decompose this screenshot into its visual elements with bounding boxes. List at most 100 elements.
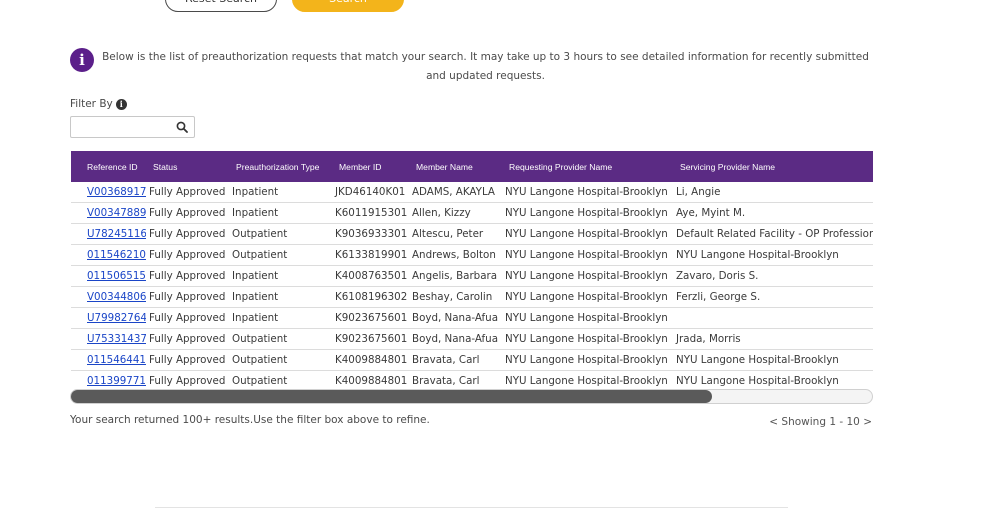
cell-preauth-type: Outpatient <box>229 370 332 389</box>
column-header-preauth-type[interactable]: Preauthorization Type <box>229 151 332 182</box>
table-row[interactable]: 011506515 Fully Approved Inpatient K4008763… <box>71 265 873 287</box>
reference-id-link[interactable]: V00368917 <box>87 186 146 198</box>
cell-member-name: Bravata, Carl <box>409 370 502 389</box>
cell-requesting-provider: NYU Langone Hospital-Brooklyn <box>502 286 673 308</box>
cell-requesting-provider: NYU Langone Hospital-Brooklyn <box>502 244 673 266</box>
cell-member-name: Beshay, Carolin <box>409 286 502 308</box>
cell-reference-id: 011399771 <box>71 370 146 389</box>
table-row[interactable]: V00347889 Fully Approved Inpatient K6011915… <box>71 202 873 224</box>
cell-preauth-type: Outpatient <box>229 349 332 371</box>
horizontal-scrollbar[interactable] <box>70 389 873 404</box>
cell-preauth-type: Inpatient <box>229 307 332 329</box>
table-row[interactable]: V00344806 Fully Approved Inpatient K6108196… <box>71 286 873 308</box>
cell-member-id: K4009884801 <box>332 370 409 389</box>
prev-page-button[interactable]: < <box>769 416 778 428</box>
table-row[interactable]: 011546210 Fully Approved Outpatient K613381… <box>71 244 873 266</box>
cell-requesting-provider: NYU Langone Hospital-Brooklyn <box>502 328 673 350</box>
column-header-member-name[interactable]: Member Name <box>409 151 502 182</box>
column-header-servicing-provider[interactable]: Servicing Provider Name <box>673 151 873 182</box>
reference-id-link[interactable]: U78245116 <box>87 228 146 240</box>
cell-status: Fully Approved <box>146 223 229 245</box>
cell-status: Fully Approved <box>146 265 229 287</box>
cell-requesting-provider: NYU Langone Hospital-Brooklyn <box>502 349 673 371</box>
cell-status: Fully Approved <box>146 244 229 266</box>
cell-member-name: Angelis, Barbara <box>409 265 502 287</box>
info-icon: i <box>70 48 94 72</box>
next-page-button[interactable]: > <box>863 416 872 428</box>
table-row[interactable]: U78245116 Fully Approved Outpatient K903693… <box>71 223 873 245</box>
column-header-member-id[interactable]: Member ID <box>332 151 409 182</box>
cell-servicing-provider: NYU Langone Hospital-Brooklyn <box>673 244 873 266</box>
cell-requesting-provider: NYU Langone Hospital-Brooklyn <box>502 182 673 203</box>
search-button[interactable]: Search <box>292 0 404 12</box>
reference-id-link[interactable]: 011399771 <box>87 375 146 387</box>
cell-servicing-provider: Jrada, Morris <box>673 328 873 350</box>
cell-member-name: Allen, Kizzy <box>409 202 502 224</box>
cell-preauth-type: Inpatient <box>229 182 332 203</box>
cell-member-id: K9036933301 <box>332 223 409 245</box>
cell-servicing-provider: Aye, Myint M. <box>673 202 873 224</box>
cell-member-id: K6133819901 <box>332 244 409 266</box>
cell-status: Fully Approved <box>146 286 229 308</box>
column-header-requesting-provider[interactable]: Requesting Provider Name <box>502 151 673 182</box>
cell-servicing-provider <box>673 307 873 329</box>
filter-label: Filter By i <box>70 98 127 110</box>
reference-id-link[interactable]: V00347889 <box>87 207 146 219</box>
pagination: < Showing 1 - 10 > <box>769 416 872 428</box>
column-header-status[interactable]: Status <box>146 151 229 182</box>
cell-requesting-provider: NYU Langone Hospital-Brooklyn <box>502 307 673 329</box>
cell-status: Fully Approved <box>146 307 229 329</box>
cell-member-id: K9023675601 <box>332 307 409 329</box>
table-row[interactable]: V00368917 Fully Approved Inpatient JKD46140… <box>71 182 873 203</box>
reference-id-link[interactable]: 011546441 <box>87 354 146 366</box>
cell-reference-id: 011546210 <box>71 244 146 266</box>
table-row[interactable]: U79982764 Fully Approved Inpatient K9023675… <box>71 307 873 329</box>
cell-preauth-type: Outpatient <box>229 244 332 266</box>
cell-servicing-provider: Ferzli, George S. <box>673 286 873 308</box>
cell-status: Fully Approved <box>146 349 229 371</box>
cell-status: Fully Approved <box>146 182 229 203</box>
cell-status: Fully Approved <box>146 328 229 350</box>
cell-member-id: K9023675601 <box>332 328 409 350</box>
cell-requesting-provider: NYU Langone Hospital-Brooklyn <box>502 370 673 389</box>
cell-servicing-provider: NYU Langone Hospital-Brooklyn <box>673 370 873 389</box>
search-icon[interactable] <box>176 121 188 133</box>
cell-reference-id: 011546441 <box>71 349 146 371</box>
cell-reference-id: U75331437 <box>71 328 146 350</box>
column-header-reference-id[interactable]: Reference ID <box>71 151 146 182</box>
cell-member-name: Boyd, Nana-Afua <box>409 328 502 350</box>
cell-member-id: K6108196302 <box>332 286 409 308</box>
filter-input[interactable] <box>75 119 179 140</box>
cell-requesting-provider: NYU Langone Hospital-Brooklyn <box>502 265 673 287</box>
cell-status: Fully Approved <box>146 370 229 389</box>
reference-id-link[interactable]: 011546210 <box>87 249 146 261</box>
cell-member-name: Boyd, Nana-Afua <box>409 307 502 329</box>
reference-id-link[interactable]: 011506515 <box>87 270 146 282</box>
cell-member-id: JKD46140K01 <box>332 182 409 203</box>
reference-id-link[interactable]: V00344806 <box>87 291 146 303</box>
cell-preauth-type: Inpatient <box>229 265 332 287</box>
filter-field[interactable] <box>70 116 195 140</box>
reference-id-link[interactable]: U75331437 <box>87 333 146 345</box>
table-row[interactable]: U75331437 Fully Approved Outpatient K902367… <box>71 328 873 350</box>
results-summary: Your search returned 100+ results.Use th… <box>70 414 430 426</box>
cell-servicing-provider: Zavaro, Doris S. <box>673 265 873 287</box>
cell-member-id: K6011915301 <box>332 202 409 224</box>
table-header-row: Reference ID Status Preauthorization Typ… <box>71 151 873 182</box>
page-range: Showing 1 - 10 <box>781 416 860 428</box>
reference-id-link[interactable]: U79982764 <box>87 312 146 324</box>
cell-requesting-provider: NYU Langone Hospital-Brooklyn <box>502 202 673 224</box>
cell-preauth-type: Inpatient <box>229 202 332 224</box>
table-row[interactable]: 011546441 Fully Approved Outpatient K400988… <box>71 349 873 371</box>
filter-help-icon[interactable]: i <box>115 98 127 110</box>
cell-member-name: Altescu, Peter <box>409 223 502 245</box>
cell-preauth-type: Inpatient <box>229 286 332 308</box>
cell-reference-id: U79982764 <box>71 307 146 329</box>
table-row[interactable]: 011399771 Fully Approved Outpatient K400988… <box>71 370 873 389</box>
cell-preauth-type: Outpatient <box>229 328 332 350</box>
reset-search-button[interactable]: Reset Search <box>165 0 277 12</box>
cell-servicing-provider: NYU Langone Hospital-Brooklyn <box>673 349 873 371</box>
cell-reference-id: 011506515 <box>71 265 146 287</box>
scrollbar-thumb[interactable] <box>71 390 712 403</box>
cell-servicing-provider: Li, Angie <box>673 182 873 203</box>
